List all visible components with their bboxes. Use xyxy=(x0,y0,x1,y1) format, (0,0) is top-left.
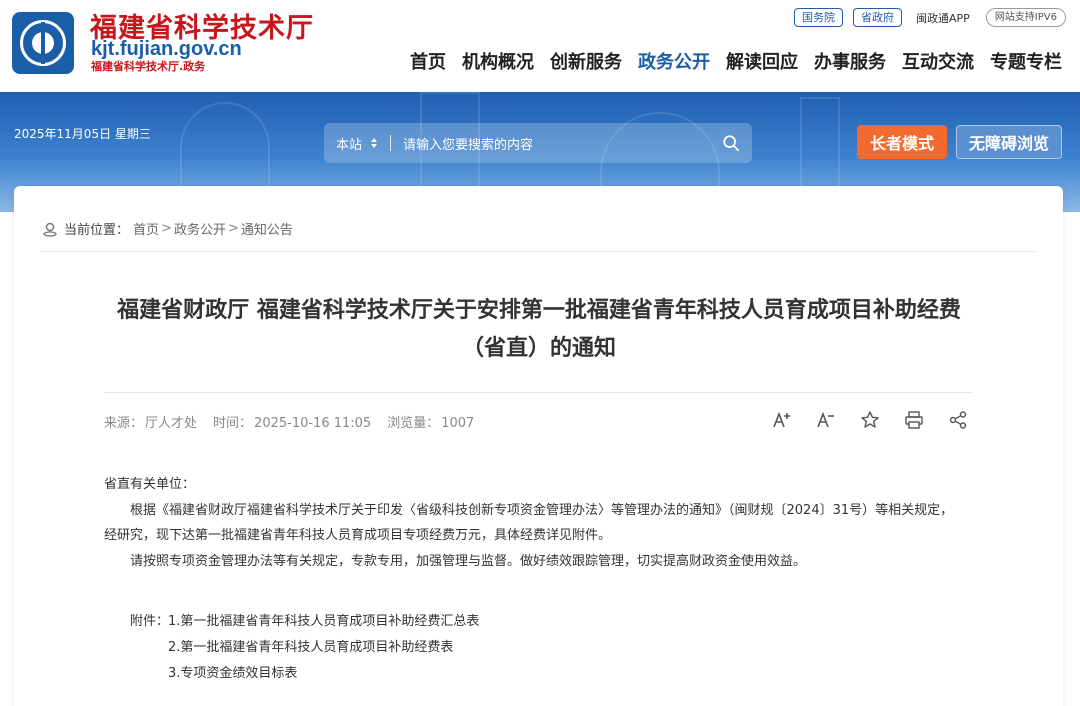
attachments-label: 附件： xyxy=(130,614,170,629)
site-header: 福建省科学技术厅 kjt.fujian.gov.cn 福建省科学技术厅.政务 国… xyxy=(0,0,1080,92)
top-links: 国务院 省政府 闽政通APP 网站支持IPV6 xyxy=(794,8,1066,27)
breadcrumb: 当前位置： 首页 > 政务公开 > 通知公告 xyxy=(42,219,293,238)
elder-mode-button[interactable]: 长者模式 xyxy=(857,125,947,159)
attachment-link-1[interactable]: 1.第一批福建省青年科技人员育成项目补助经费汇总表 xyxy=(168,609,479,635)
site-subtitle: 福建省科学技术厅.政务 xyxy=(91,60,206,73)
title-divider xyxy=(104,392,972,393)
link-state-council[interactable]: 国务院 xyxy=(794,8,844,27)
font-increase-icon[interactable] xyxy=(772,410,792,430)
nav-gov-affairs[interactable]: 政务公开 xyxy=(638,48,710,74)
article-title-line2: （省直）的通知 xyxy=(461,336,616,361)
attachment-row: 附件： 1.第一批福建省青年科技人员育成项目补助经费汇总表 xyxy=(130,609,479,635)
share-icon[interactable] xyxy=(948,410,968,430)
meta-views: 浏览量： 1007 xyxy=(387,412,474,431)
breadcrumb-home[interactable]: 首页 xyxy=(133,219,159,238)
salutation: 省直有关单位： xyxy=(104,477,196,492)
meta-time: 时间： 2025-10-16 11:05 xyxy=(213,412,371,431)
source-value: 厅人才处 xyxy=(145,416,198,431)
source-label: 来源： xyxy=(104,416,144,431)
article-body: 省直有关单位： 根据《福建省财政厅福建省科学技术厅关于印发〈省级科技创新专项资金… xyxy=(104,472,964,574)
search-icon[interactable] xyxy=(722,134,740,152)
current-date: 2025年11月05日 星期三 xyxy=(14,127,151,141)
breadcrumb-label: 当前位置： xyxy=(64,223,130,238)
nav-organization[interactable]: 机构概况 xyxy=(462,48,534,74)
search-input[interactable]: 请输入您要搜索的内容 xyxy=(403,134,722,153)
nav-interpretation[interactable]: 解读回应 xyxy=(726,48,798,74)
attachment-row: 2.第一批福建省青年科技人员育成项目补助经费表 xyxy=(130,635,479,661)
link-provincial-gov[interactable]: 省政府 xyxy=(853,8,903,27)
print-icon[interactable] xyxy=(904,410,924,430)
article-title: 福建省财政厅 福建省科学技术厅关于安排第一批福建省青年科技人员育成项目补助经费 … xyxy=(94,292,984,368)
article-meta: 来源： 厅人才处 时间： 2025-10-16 11:05 浏览量： 1007 xyxy=(104,412,474,431)
logo-bar xyxy=(41,22,45,64)
attachment-row: 3.专项资金绩效目标表 xyxy=(130,661,479,687)
time-value: 2025-10-16 11:05 xyxy=(254,416,372,431)
attachment-link-3[interactable]: 3.专项资金绩效目标表 xyxy=(168,661,297,687)
nav-topics[interactable]: 专题专栏 xyxy=(990,48,1062,74)
breadcrumb-separator: > xyxy=(227,221,239,236)
nav-services[interactable]: 办事服务 xyxy=(814,48,886,74)
attachment-spacer xyxy=(130,635,168,661)
search-separator xyxy=(390,135,392,151)
search-scope-select[interactable]: 本站 xyxy=(336,134,390,153)
time-label: 时间： xyxy=(213,416,253,431)
accessible-browse-button[interactable]: 无障碍浏览 xyxy=(956,125,1062,159)
breadcrumb-divider xyxy=(41,251,1035,252)
breadcrumb-gov-affairs[interactable]: 政务公开 xyxy=(174,219,226,238)
site-logo-emblem[interactable] xyxy=(12,12,74,74)
font-decrease-icon[interactable] xyxy=(816,410,836,430)
views-label: 浏览量： xyxy=(387,416,440,431)
star-icon[interactable] xyxy=(860,410,880,430)
main-nav: 首页 机构概况 创新服务 政务公开 解读回应 办事服务 互动交流 专题专栏 xyxy=(410,48,1062,74)
attachment-link-2[interactable]: 2.第一批福建省青年科技人员育成项目补助经费表 xyxy=(168,635,453,661)
attachment-spacer xyxy=(130,661,168,687)
content-card: 当前位置： 首页 > 政务公开 > 通知公告 福建省财政厅 福建省科学技术厅关于… xyxy=(14,186,1063,706)
body-paragraph-1: 根据《福建省财政厅福建省科学技术厅关于印发〈省级科技创新专项资金管理办法〉等管理… xyxy=(104,502,954,544)
sort-arrows-icon xyxy=(371,138,378,148)
article-tools xyxy=(772,410,968,430)
ipv6-badge: 网站支持IPV6 xyxy=(985,8,1066,27)
meta-source: 来源： 厅人才处 xyxy=(104,412,197,431)
nav-innovation[interactable]: 创新服务 xyxy=(550,48,622,74)
breadcrumb-separator: > xyxy=(161,221,172,236)
body-paragraph-2: 请按照专项资金管理办法等有关规定，专款专用，加强管理与监督。做好绩效跟踪管理，切… xyxy=(130,553,807,569)
attachments: 附件： 1.第一批福建省青年科技人员育成项目补助经费汇总表 2.第一批福建省青年… xyxy=(130,609,479,687)
views-value: 1007 xyxy=(441,416,475,431)
breadcrumb-notices[interactable]: 通知公告 xyxy=(241,219,293,238)
nav-home[interactable]: 首页 xyxy=(410,48,446,74)
link-app[interactable]: 闽政通APP xyxy=(916,10,970,26)
search-scope-label: 本站 xyxy=(336,137,363,153)
search-box[interactable]: 本站 请输入您要搜索的内容 xyxy=(324,123,752,163)
location-icon xyxy=(43,222,57,237)
nav-interaction[interactable]: 互动交流 xyxy=(902,48,974,74)
article-title-line1: 福建省财政厅 福建省科学技术厅关于安排第一批福建省青年科技人员育成项目补助经费 xyxy=(117,298,961,323)
